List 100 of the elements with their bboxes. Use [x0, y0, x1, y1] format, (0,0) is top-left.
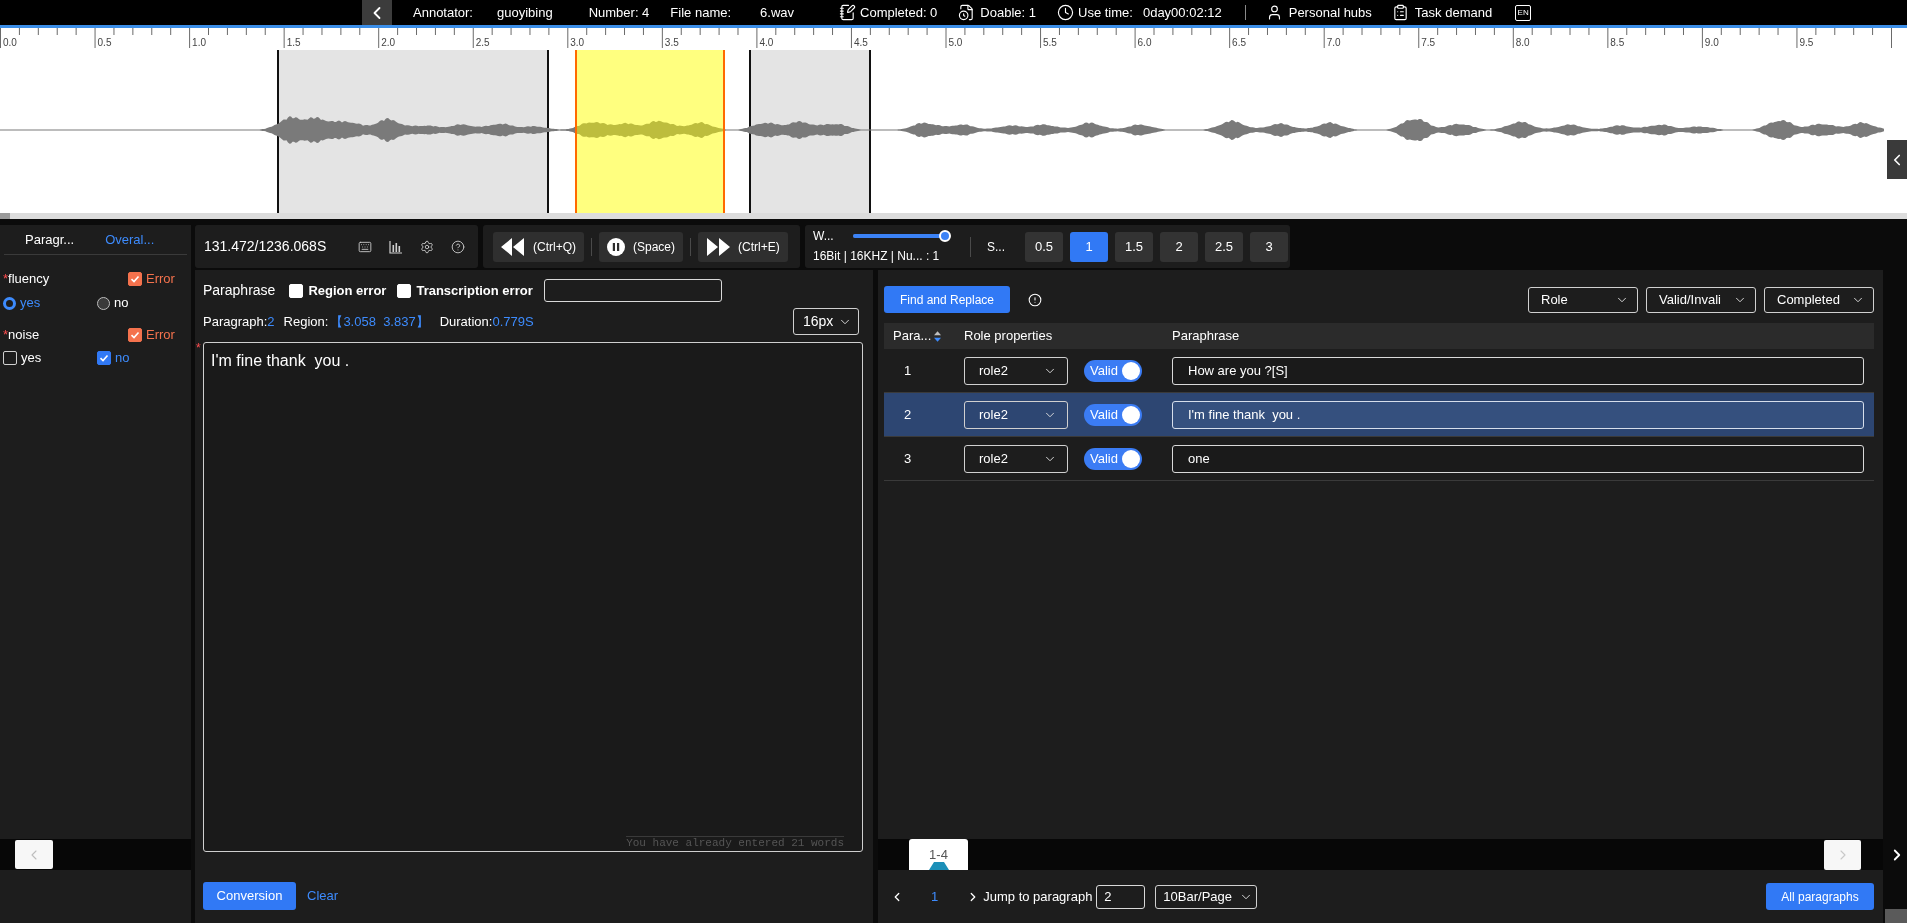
ruler-label: 3.0 [570, 37, 585, 48]
volume-label: W... [813, 228, 834, 245]
back-button[interactable] [362, 0, 392, 25]
paraphrase-input[interactable]: I'm fine thank you . [1172, 400, 1864, 429]
ruler-label: 5.5 [1043, 37, 1057, 48]
error-flag-checkbox[interactable]: Transcription error [397, 280, 533, 301]
paraphrase-input[interactable]: one [1172, 444, 1864, 473]
scrollbar[interactable] [0, 213, 1907, 219]
pause-icon [607, 237, 625, 256]
jump-label: Jump to paragraph [983, 887, 1093, 906]
file-name: 6.wav [760, 3, 795, 22]
region-range: 【3.058 3.837】 [330, 312, 429, 331]
info-icon[interactable] [1028, 292, 1042, 307]
editor-title: Paraphrase [203, 281, 276, 300]
valid-toggle[interactable]: Valid [1084, 359, 1142, 382]
speed-button[interactable]: 1 [1070, 231, 1108, 262]
slider-thumb[interactable] [938, 230, 951, 242]
paragraph-number: 2 [267, 312, 275, 331]
ruler-label: 3.5 [664, 37, 679, 48]
panel-tab[interactable]: Paragr... [25, 229, 75, 250]
audio-info: 16Bit | 16KHZ | Nu... : 1 [813, 248, 941, 265]
font-size-select[interactable]: 16px [793, 308, 859, 335]
note-input[interactable] [543, 279, 722, 302]
ruler-label: 4.5 [853, 37, 868, 48]
scrollbar-thumb[interactable] [0, 213, 10, 219]
valid-toggle[interactable]: Valid [1084, 447, 1142, 470]
fast-forward-button[interactable]: (Ctrl+E) [698, 231, 788, 262]
pause-button[interactable]: (Space) [599, 231, 684, 262]
personal-hubs-link[interactable]: Personal hubs [1265, 2, 1372, 23]
conversion-button[interactable]: Conversion [203, 882, 296, 910]
error-checkbox[interactable]: Error [128, 269, 175, 289]
paragraph-label: Paragraph: [203, 312, 268, 331]
checkbox-option[interactable]: no [97, 348, 191, 368]
error-checkbox[interactable]: Error [128, 325, 175, 345]
duration-label: Duration: [439, 312, 493, 331]
clear-link[interactable]: Clear [307, 886, 339, 906]
fast-forward-icon [706, 237, 731, 256]
paraphrase-textarea[interactable]: I'm fine thank you . You have already entered 21 words [203, 342, 863, 852]
row-number: 3 [904, 450, 912, 466]
help-icon[interactable] [451, 239, 466, 254]
error-flag-checkbox[interactable]: Region error [289, 280, 387, 301]
notebook-pen-icon [839, 4, 857, 21]
filter-select[interactable]: Valid/Invali [1646, 286, 1756, 313]
duration-value: 0.779S [492, 312, 534, 331]
ruler-label: 9.0 [1704, 37, 1719, 48]
speed-button[interactable]: 2 [1160, 231, 1198, 262]
speed-button[interactable]: 1.5 [1115, 231, 1153, 262]
valid-toggle[interactable]: Valid [1084, 403, 1142, 426]
radio-option[interactable]: no [97, 293, 191, 313]
speed-button[interactable]: 2.5 [1205, 231, 1243, 262]
find-replace-button[interactable]: Find and Replace [884, 286, 1010, 313]
filter-select[interactable]: Completed [1764, 286, 1874, 313]
ruler-label: 1.5 [286, 37, 301, 48]
annotator-name: guoyibing [497, 3, 553, 22]
ruler-label: 0.0 [3, 37, 17, 48]
row-number: 1 [904, 362, 912, 378]
checkbox-option[interactable]: yes [3, 348, 97, 368]
paraphrase-input[interactable]: How are you ?[S] [1172, 356, 1864, 385]
rewind-button[interactable]: (Ctrl+Q) [493, 231, 584, 262]
ruler-label: 2.0 [381, 37, 396, 48]
speed-button[interactable]: 0.5 [1025, 231, 1063, 262]
page-size-select[interactable]: 10Bar/Page [1155, 884, 1258, 909]
doable-count: Doable: 1 [980, 3, 1036, 22]
filter-select[interactable]: Role [1528, 286, 1638, 313]
field-label: *fluency [3, 270, 51, 289]
table-row[interactable]: 2 role2 Valid I'm fine thank you . [884, 393, 1874, 437]
file-clock-icon [958, 4, 976, 21]
panel-tab[interactable]: Overal... [105, 229, 155, 250]
ruler-label: 6.5 [1232, 37, 1246, 48]
task-demand-link[interactable]: Task demand [1391, 2, 1493, 23]
range-tab[interactable]: 1-4 [909, 839, 968, 870]
column-header: Para... [893, 327, 932, 346]
scroll-right-button[interactable] [1824, 839, 1861, 870]
language-button[interactable]: EN [1515, 4, 1532, 21]
page-number[interactable]: 1 [931, 886, 939, 907]
completed-count: Completed: 0 [860, 3, 938, 22]
clipboard-list-icon [1391, 4, 1409, 21]
speed-label: S... [987, 238, 1005, 256]
column-header: Role properties [964, 328, 1053, 344]
task-number: Number: 4 [588, 3, 650, 22]
region-label: Region: [283, 312, 329, 331]
sort-icon[interactable] [934, 330, 942, 342]
keyboard-icon[interactable] [358, 239, 373, 254]
speed-button[interactable]: 3 [1250, 231, 1288, 262]
audio-region[interactable] [749, 50, 871, 213]
collapse-tab[interactable] [1887, 140, 1907, 179]
role-select[interactable]: role2 [964, 356, 1068, 385]
radio-option[interactable]: yes [3, 293, 97, 313]
role-select[interactable]: role2 [964, 444, 1068, 473]
ruler-label: 0.5 [97, 37, 112, 48]
role-select[interactable]: role2 [964, 400, 1068, 429]
settings-icon[interactable] [420, 239, 435, 254]
use-time: 0day00:02:12 [1142, 3, 1222, 22]
bar-chart-icon[interactable] [389, 239, 404, 254]
ruler-label: 8.0 [1515, 37, 1530, 48]
ruler-label: 8.5 [1610, 37, 1625, 48]
ruler-label: 7.5 [1421, 37, 1436, 48]
all-paragraphs-button[interactable]: All paragraphs [1766, 883, 1874, 910]
jump-input[interactable]: 2 [1096, 884, 1146, 909]
use-time-label: Use time: [1078, 3, 1133, 22]
